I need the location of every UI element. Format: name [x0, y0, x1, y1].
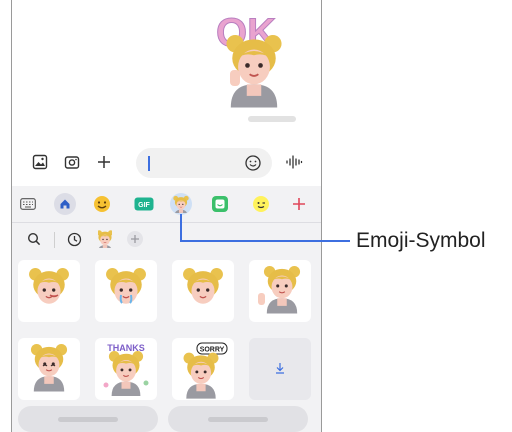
callout-label: Emoji-Symbol	[356, 229, 486, 252]
download-more-stickers[interactable]	[249, 338, 311, 400]
phone-screen: OK GIF THANKS SORRY	[11, 0, 322, 432]
emoji-icon[interactable]	[91, 193, 113, 215]
panel-tabs: GIF	[12, 186, 321, 222]
sticker-icon[interactable]	[209, 193, 231, 215]
gif-icon[interactable]: GIF	[131, 193, 157, 215]
search-icon[interactable]	[25, 230, 43, 248]
avatar-sorry-sticker[interactable]: SORRY	[172, 338, 234, 400]
avatar-laugh-sticker[interactable]	[18, 338, 80, 400]
sent-timestamp	[248, 116, 296, 122]
avatar-wave-sticker[interactable]	[249, 260, 311, 322]
avatar-thanks-sticker[interactable]: THANKS	[95, 338, 157, 400]
sticker-grid: THANKS SORRY	[12, 260, 321, 400]
sticker-filter-row	[12, 224, 321, 254]
message-input-bar	[12, 142, 321, 182]
emoji-panel: GIF THANKS SORRY	[12, 186, 321, 432]
gallery-icon[interactable]	[30, 152, 50, 172]
recent-icon[interactable]	[65, 230, 83, 248]
home-icon[interactable]	[54, 193, 76, 215]
svg-text:GIF: GIF	[138, 202, 150, 209]
callout-line-horizontal	[180, 240, 350, 242]
avatar-crying-sticker[interactable]	[95, 260, 157, 322]
make-stickers-label-placeholder	[58, 416, 118, 422]
download-icon	[274, 361, 286, 377]
camera-icon[interactable]	[62, 152, 82, 172]
emoji-icon[interactable]	[244, 154, 262, 172]
ar-emoji-icon[interactable]	[170, 193, 192, 215]
avatar-smirk-sticker[interactable]	[172, 260, 234, 322]
message-input[interactable]	[136, 148, 272, 178]
avatar-icon[interactable]	[96, 230, 114, 248]
panel-divider	[12, 222, 321, 223]
sorry-text: SORRY	[200, 347, 225, 354]
voice-icon[interactable]	[284, 152, 304, 172]
text-cursor	[148, 156, 150, 171]
avatar-wink-sticker[interactable]	[18, 260, 80, 322]
give-makeover-button[interactable]	[168, 406, 308, 432]
sent-sticker[interactable]: OK	[212, 8, 312, 114]
add-icon[interactable]	[288, 193, 310, 215]
filter-separator	[54, 232, 55, 248]
add-avatar-icon[interactable]	[126, 230, 144, 248]
callout-line	[180, 214, 182, 242]
make-stickers-button[interactable]	[18, 406, 158, 432]
give-makeover-label-placeholder	[208, 416, 268, 422]
keyboard-icon[interactable]	[17, 193, 39, 215]
plus-icon[interactable]	[94, 152, 114, 172]
ok-avatar-sticker-icon: OK	[216, 11, 283, 108]
bitmoji-icon[interactable]	[250, 193, 272, 215]
